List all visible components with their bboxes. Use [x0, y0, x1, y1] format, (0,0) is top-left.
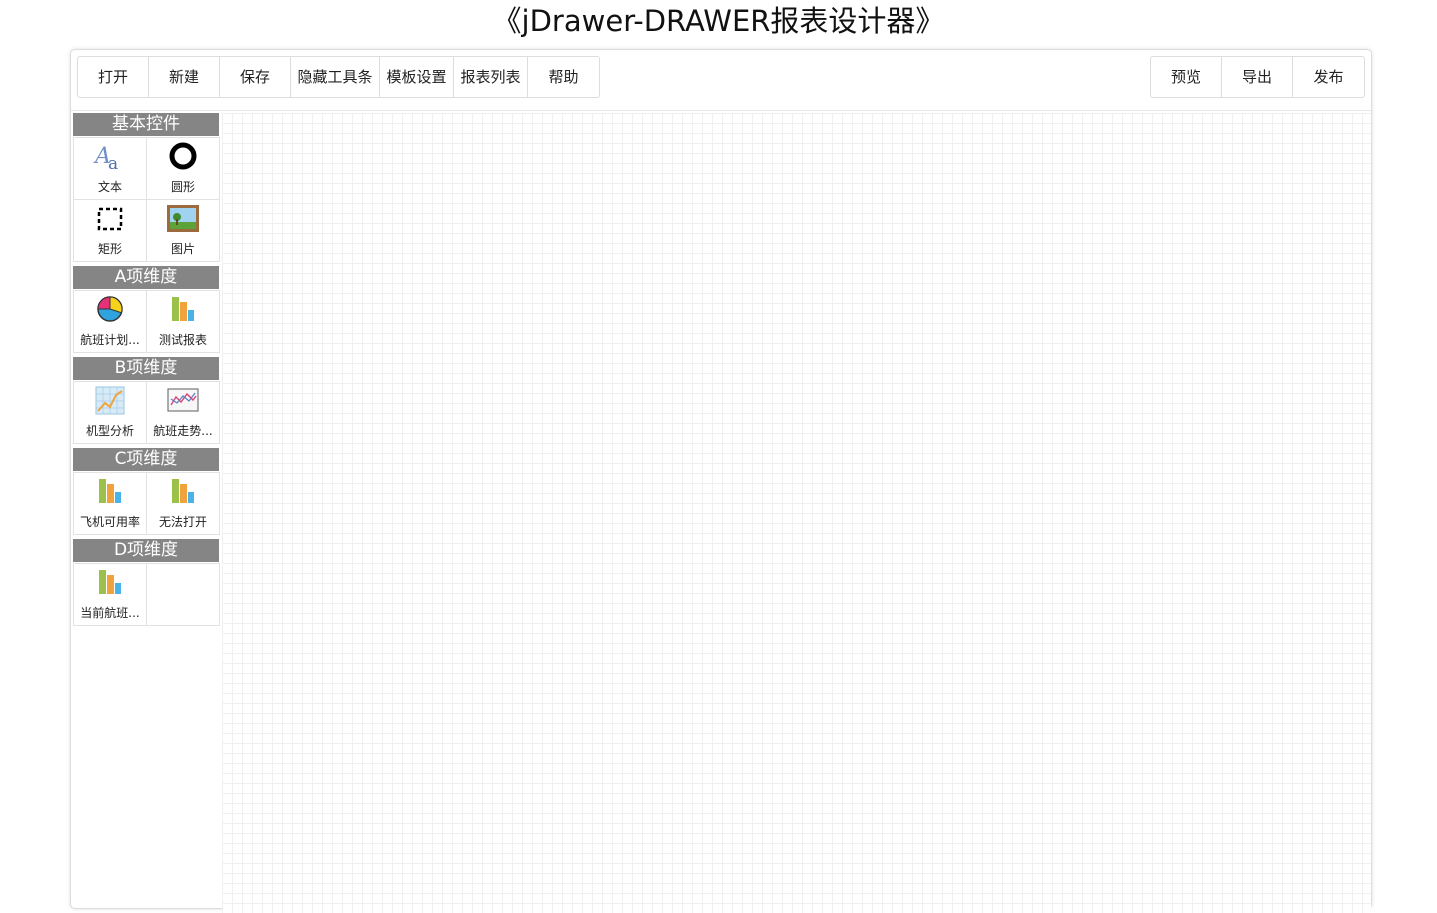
group-d-items: 当前航班...: [73, 563, 220, 626]
toolbar: 打开 新建 保存 隐藏工具条 模板设置 报表列表 帮助 预览 导出 发布: [71, 50, 1371, 111]
group-title-b[interactable]: B项维度: [73, 357, 219, 380]
save-button[interactable]: 保存: [220, 57, 291, 97]
tool-label: 矩形: [97, 242, 122, 256]
tool-aircraft-availability[interactable]: 飞机可用率: [74, 473, 147, 535]
toolbar-left-group: 打开 新建 保存 隐藏工具条 模板设置 报表列表 帮助: [77, 56, 600, 98]
group-title-basic[interactable]: 基本控件: [73, 113, 219, 136]
tool-label: 机型分析: [85, 424, 134, 438]
group-title-d[interactable]: D项维度: [73, 539, 219, 562]
bar-chart-icon: [172, 297, 194, 321]
tool-label: 飞机可用率: [79, 515, 140, 529]
trend-chart-icon: [167, 388, 199, 412]
hide-toolbar-button[interactable]: 隐藏工具条: [291, 57, 380, 97]
tool-text[interactable]: A a 文本: [74, 138, 147, 200]
tool-current-flight[interactable]: 当前航班...: [74, 564, 147, 626]
bar-chart-icon: [172, 479, 194, 503]
design-canvas[interactable]: [222, 113, 1371, 913]
designer-window: 打开 新建 保存 隐藏工具条 模板设置 报表列表 帮助 预览 导出 发布 基本控…: [70, 49, 1372, 913]
group-b-items: 机型分析 航班走势...: [73, 381, 220, 444]
tool-label: 航班走势...: [153, 424, 213, 438]
line-chart-icon: [95, 386, 125, 415]
page-title: 《jDrawer-DRAWER报表设计器》: [492, 4, 945, 38]
report-list-button[interactable]: 报表列表: [454, 57, 528, 97]
new-button[interactable]: 新建: [149, 57, 220, 97]
circle-icon: [169, 142, 197, 170]
open-button[interactable]: 打开: [78, 57, 149, 97]
tool-label: 文本: [97, 180, 122, 194]
svg-text:a: a: [108, 154, 118, 173]
rectangle-icon: [97, 207, 123, 231]
picture-icon: [167, 205, 199, 232]
help-button[interactable]: 帮助: [528, 57, 599, 97]
tool-cannot-open[interactable]: 无法打开: [147, 473, 220, 535]
tool-rectangle[interactable]: 矩形: [74, 200, 147, 262]
group-title-c[interactable]: C项维度: [73, 448, 219, 471]
preview-button[interactable]: 预览: [1151, 57, 1222, 97]
tool-aircraft-analysis[interactable]: 机型分析: [74, 382, 147, 444]
group-a-items: 航班计划... 测试报表: [73, 290, 220, 353]
empty-slot: [147, 564, 220, 626]
publish-button[interactable]: 发布: [1293, 57, 1364, 97]
tool-picture[interactable]: 图片: [147, 200, 220, 262]
group-title-a[interactable]: A项维度: [73, 266, 219, 289]
group-basic-items: A a 文本 圆形 矩形 图片: [73, 137, 220, 262]
tool-label: 图片: [170, 242, 195, 256]
tool-flight-plan[interactable]: 航班计划...: [74, 291, 147, 353]
tool-circle[interactable]: 圆形: [147, 138, 220, 200]
tool-label: 当前航班...: [80, 606, 140, 620]
toolbar-right-group: 预览 导出 发布: [1150, 56, 1365, 98]
bar-chart-icon: [99, 570, 121, 594]
tool-label: 航班计划...: [80, 333, 140, 347]
export-button[interactable]: 导出: [1222, 57, 1293, 97]
tool-label: 无法打开: [158, 515, 207, 529]
bar-chart-icon: [99, 479, 121, 503]
tool-test-report[interactable]: 测试报表: [147, 291, 220, 353]
template-settings-button[interactable]: 模板设置: [380, 57, 454, 97]
tool-flight-trend[interactable]: 航班走势...: [147, 382, 220, 444]
pie-chart-icon: [97, 296, 123, 322]
tool-label: 圆形: [170, 180, 195, 194]
group-c-items: 飞机可用率 无法打开: [73, 472, 220, 535]
tool-label: 测试报表: [158, 333, 207, 347]
component-sidebar: 基本控件 A a 文本 圆形 矩形 图片 A项维度 航班计划... 测试报表 B…: [73, 113, 220, 633]
text-icon: A a: [93, 144, 118, 173]
